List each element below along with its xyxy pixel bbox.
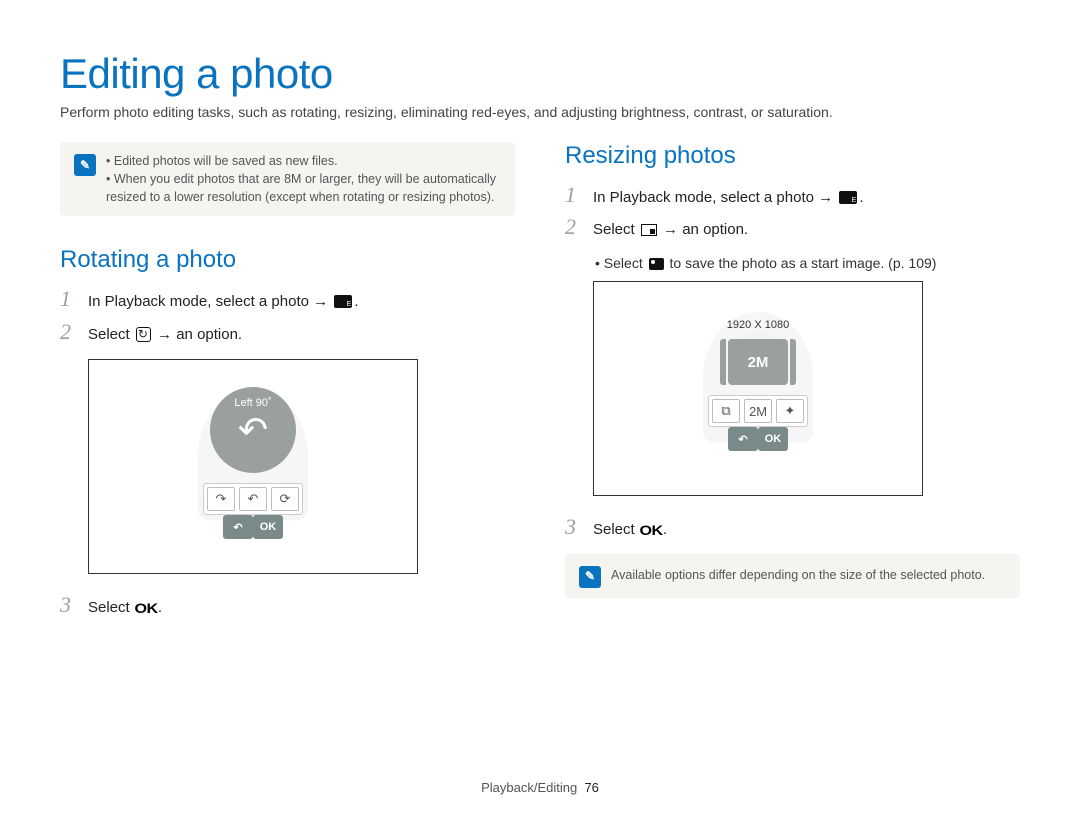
note-item: When you edit photos that are 8M or larg… bbox=[106, 170, 501, 206]
sub-bullet: Select to save the photo as a start imag… bbox=[595, 255, 1020, 271]
back-button[interactable]: ↶ bbox=[223, 515, 253, 539]
ok-glyph: OK bbox=[134, 599, 157, 618]
rotate-180-button[interactable]: ⟳ bbox=[271, 487, 299, 511]
footer-section: Playback/Editing bbox=[481, 780, 577, 795]
section-heading-resize: Resizing photos bbox=[565, 142, 1020, 170]
ok-button[interactable]: OK bbox=[758, 427, 788, 451]
sub-text: Select bbox=[604, 255, 643, 271]
rotate-arrow-icon: ↶ bbox=[238, 409, 268, 451]
rotate-right-button[interactable]: ↷ bbox=[207, 487, 235, 511]
note-icon bbox=[74, 154, 96, 176]
resize-toolbar: ⧉ 2M ✦ bbox=[708, 395, 808, 427]
back-button[interactable]: ↶ bbox=[728, 427, 758, 451]
step-number: 2 bbox=[565, 216, 583, 238]
step-number: 1 bbox=[60, 288, 78, 310]
note-icon bbox=[579, 566, 601, 588]
bottom-note-box: Available options differ depending on th… bbox=[565, 554, 1020, 598]
step-text-part: Select bbox=[88, 326, 130, 343]
step-text-part: Select bbox=[593, 221, 635, 238]
step-text: Select OK. bbox=[593, 520, 667, 540]
step-text-part: → an option. bbox=[663, 221, 748, 238]
resize-steps-cont: 3 Select OK. bbox=[565, 516, 1020, 540]
edit-icon bbox=[334, 295, 352, 308]
step-text-part: In Playback mode, select a photo → bbox=[593, 189, 833, 206]
intro-text: Perform photo editing tasks, such as rot… bbox=[60, 104, 1020, 120]
step-text: Select → an option. bbox=[88, 325, 242, 345]
step-text-part: → an option. bbox=[157, 326, 242, 343]
section-heading-rotate: Rotating a photo bbox=[60, 246, 515, 274]
page-footer: Playback/Editing 76 bbox=[0, 780, 1080, 795]
note-item: Edited photos will be saved as new files… bbox=[106, 152, 501, 170]
resize-badge: 2M bbox=[728, 339, 788, 385]
step-text-part: . bbox=[158, 599, 162, 616]
rotate-screen: Left 90˚ ↶ ↷ ↶ ⟳ ↶ OK bbox=[88, 359, 418, 574]
right-column: Resizing photos 1 In Playback mode, sele… bbox=[565, 142, 1020, 632]
size-option-button[interactable]: ⧉ bbox=[712, 399, 740, 423]
step-text-part: Select bbox=[88, 599, 130, 616]
size-option-button[interactable]: 2M bbox=[744, 399, 772, 423]
rotate-toolbar: ↷ ↶ ⟳ bbox=[203, 483, 303, 515]
start-image-icon bbox=[649, 258, 664, 270]
dimension-label: 1920 X 1080 bbox=[727, 319, 789, 331]
ok-button[interactable]: OK bbox=[253, 515, 283, 539]
rotate-preview: Left 90˚ ↶ bbox=[210, 387, 296, 473]
step-text-part: . bbox=[663, 521, 667, 538]
note-text: Available options differ depending on th… bbox=[611, 564, 985, 588]
ok-glyph: OK bbox=[639, 521, 662, 540]
rotate-steps: 1 In Playback mode, select a photo → . 2… bbox=[60, 288, 515, 345]
left-column: Edited photos will be saved as new files… bbox=[60, 142, 515, 632]
step-number: 3 bbox=[565, 516, 583, 538]
step-text-part: Select bbox=[593, 521, 635, 538]
step-text-part: In Playback mode, select a photo → bbox=[88, 293, 328, 310]
step-text-part: . bbox=[859, 189, 863, 206]
rotate-left-button[interactable]: ↶ bbox=[239, 487, 267, 511]
resize-icon bbox=[641, 224, 657, 236]
step-number: 1 bbox=[565, 184, 583, 206]
sub-text: to save the photo as a start image. (p. … bbox=[670, 255, 937, 271]
step-text: In Playback mode, select a photo → . bbox=[593, 188, 863, 208]
step-text: Select → an option. bbox=[593, 220, 748, 240]
note-list: Edited photos will be saved as new files… bbox=[106, 152, 501, 206]
step-number: 3 bbox=[60, 594, 78, 616]
top-note-box: Edited photos will be saved as new files… bbox=[60, 142, 515, 216]
rotate-label: Left 90˚ bbox=[234, 397, 271, 409]
resize-steps: 1 In Playback mode, select a photo → . 2… bbox=[565, 184, 1020, 241]
step-number: 2 bbox=[60, 321, 78, 343]
edit-icon bbox=[839, 191, 857, 204]
step-text: Select OK. bbox=[88, 598, 162, 618]
rotate-steps-cont: 3 Select OK. bbox=[60, 594, 515, 618]
footer-page: 76 bbox=[584, 780, 598, 795]
note-text: When you edit photos that are 8M or larg… bbox=[106, 172, 496, 204]
page-title: Editing a photo bbox=[60, 50, 1020, 98]
resize-screen: 1920 X 1080 2M ⧉ 2M ✦ ↶ OK bbox=[593, 281, 923, 496]
step-text-part: . bbox=[354, 293, 358, 310]
step-text: In Playback mode, select a photo → . bbox=[88, 292, 358, 312]
rotate-icon bbox=[136, 327, 151, 342]
start-image-button[interactable]: ✦ bbox=[776, 399, 804, 423]
